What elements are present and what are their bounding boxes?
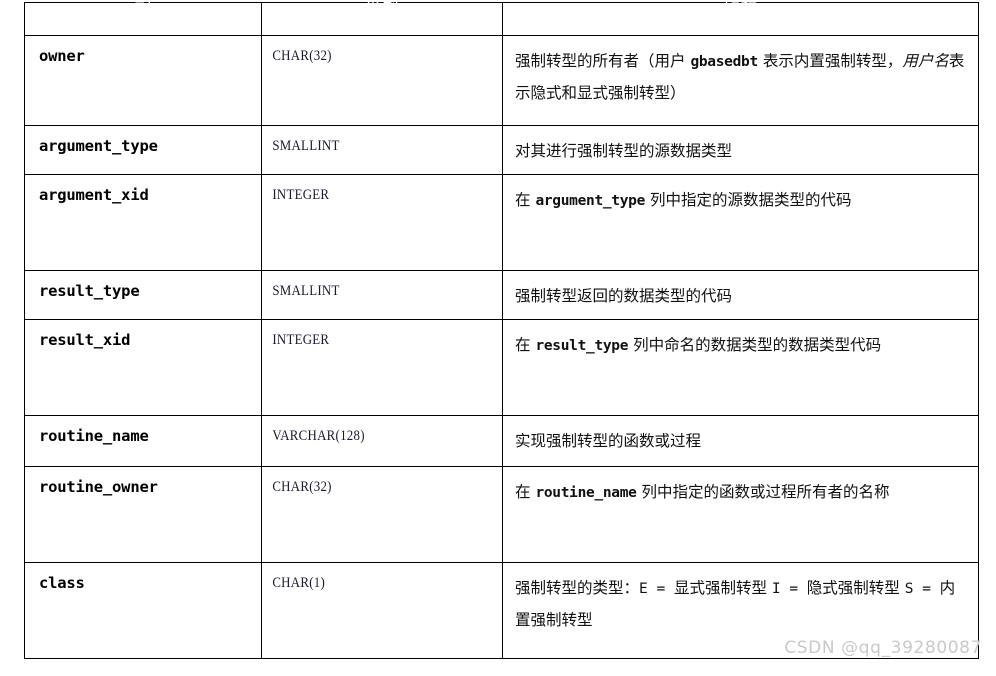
column-name-text: result_xid: [39, 331, 131, 349]
cell-explanation: 在 result_type 列中命名的数据类型的数据类型代码: [502, 319, 979, 416]
cell-explanation: 在 argument_type 列中指定的源数据类型的代码: [502, 174, 979, 271]
table-row: argument_xid INTEGER 在 argument_type 列中指定的…: [24, 174, 979, 271]
column-name-text: owner: [39, 47, 85, 65]
column-header-data-type: 类型: [261, 2, 503, 36]
column-header-column-name: 列: [24, 2, 262, 36]
table-body: owner CHAR(32) 强制转型的所有者（用户 gbasedbt 表示内置强制…: [24, 35, 979, 659]
table-row: owner CHAR(32) 强制转型的所有者（用户 gbasedbt 表示内置强制…: [24, 35, 979, 126]
column-name-text: result_type: [39, 282, 140, 300]
cell-data-type: CHAR(1): [261, 562, 503, 659]
data-type-text: SMALLINT: [272, 138, 340, 154]
cell-data-type: CHAR(32): [261, 35, 503, 126]
column-header-explanation: 解释: [502, 2, 979, 36]
cell-column-name: result_type: [24, 270, 262, 320]
column-name-text: argument_xid: [39, 186, 149, 204]
column-name-text: argument_type: [39, 137, 158, 155]
system-catalog-column-table: 列 类型 解释 owner CHAR(32) 强制转型的所有者（用户 gbasedb…: [24, 2, 979, 659]
explanation-text: 实现强制转型的函数或过程: [515, 432, 702, 450]
table-row: routine_owner CHAR(32) 在 routine_name 列中指定…: [24, 466, 979, 563]
data-type-text: INTEGER: [272, 187, 330, 203]
cell-column-name: routine_owner: [24, 466, 262, 563]
data-type-text: VARCHAR(128): [272, 428, 365, 444]
column-name-text: routine_name: [39, 427, 149, 445]
table-row: result_type SMALLINT 强制转型返回的数据类型的代码: [24, 270, 979, 320]
cell-data-type: SMALLINT: [261, 125, 503, 175]
data-type-text: CHAR(32): [272, 48, 332, 64]
column-name-text: routine_owner: [39, 478, 158, 496]
table-header: 列 类型 解释: [24, 2, 979, 36]
explanation-text: 在 argument_type 列中指定的源数据类型的代码: [515, 191, 852, 209]
cell-explanation: 对其进行强制转型的源数据类型: [502, 125, 979, 175]
data-type-text: SMALLINT: [272, 283, 340, 299]
cell-explanation: 强制转型的所有者（用户 gbasedbt 表示内置强制转型，用户名表示隐式和显式…: [502, 35, 979, 126]
cell-data-type: INTEGER: [261, 174, 503, 271]
cell-column-name: class: [24, 562, 262, 659]
explanation-text: 在 result_type 列中命名的数据类型的数据类型代码: [515, 336, 882, 354]
data-type-text: CHAR(1): [272, 575, 326, 591]
explanation-text: 强制转型的类型：E = 显式强制转型 I = 隐式强制转型 S = 内置强制转型: [515, 579, 956, 629]
cell-data-type: VARCHAR(128): [261, 415, 503, 467]
table-row: result_xid INTEGER 在 result_type 列中命名的数据类型…: [24, 319, 979, 416]
cell-column-name: argument_xid: [24, 174, 262, 271]
cell-column-name: routine_name: [24, 415, 262, 467]
cell-column-name: argument_type: [24, 125, 262, 175]
table-header-row: 列 类型 解释: [24, 2, 979, 36]
csdn-watermark: CSDN @qq_39280087: [784, 638, 982, 658]
cell-explanation: 在 routine_name 列中指定的函数或过程所有者的名称: [502, 466, 979, 563]
data-type-text: CHAR(32): [272, 479, 332, 495]
column-name-text: class: [39, 574, 85, 592]
cell-data-type: SMALLINT: [261, 270, 503, 320]
cell-column-name: result_xid: [24, 319, 262, 416]
table-row: argument_type SMALLINT 对其进行强制转型的源数据类型: [24, 125, 979, 175]
cell-data-type: INTEGER: [261, 319, 503, 416]
cell-explanation: 实现强制转型的函数或过程: [502, 415, 979, 467]
cell-column-name: owner: [24, 35, 262, 126]
table-row: routine_name VARCHAR(128) 实现强制转型的函数或过程: [24, 415, 979, 467]
cell-data-type: CHAR(32): [261, 466, 503, 563]
spec-table-container: 列 类型 解释 owner CHAR(32) 强制转型的所有者（用户 gbasedb…: [24, 2, 979, 659]
data-type-text: INTEGER: [272, 332, 330, 348]
explanation-text: 对其进行强制转型的源数据类型: [515, 142, 733, 160]
cell-explanation: 强制转型返回的数据类型的代码: [502, 270, 979, 320]
explanation-text: 强制转型返回的数据类型的代码: [515, 287, 733, 305]
explanation-text: 在 routine_name 列中指定的函数或过程所有者的名称: [515, 483, 890, 501]
explanation-text: 强制转型的所有者（用户 gbasedbt 表示内置强制转型，用户名表示隐式和显式…: [515, 52, 965, 102]
